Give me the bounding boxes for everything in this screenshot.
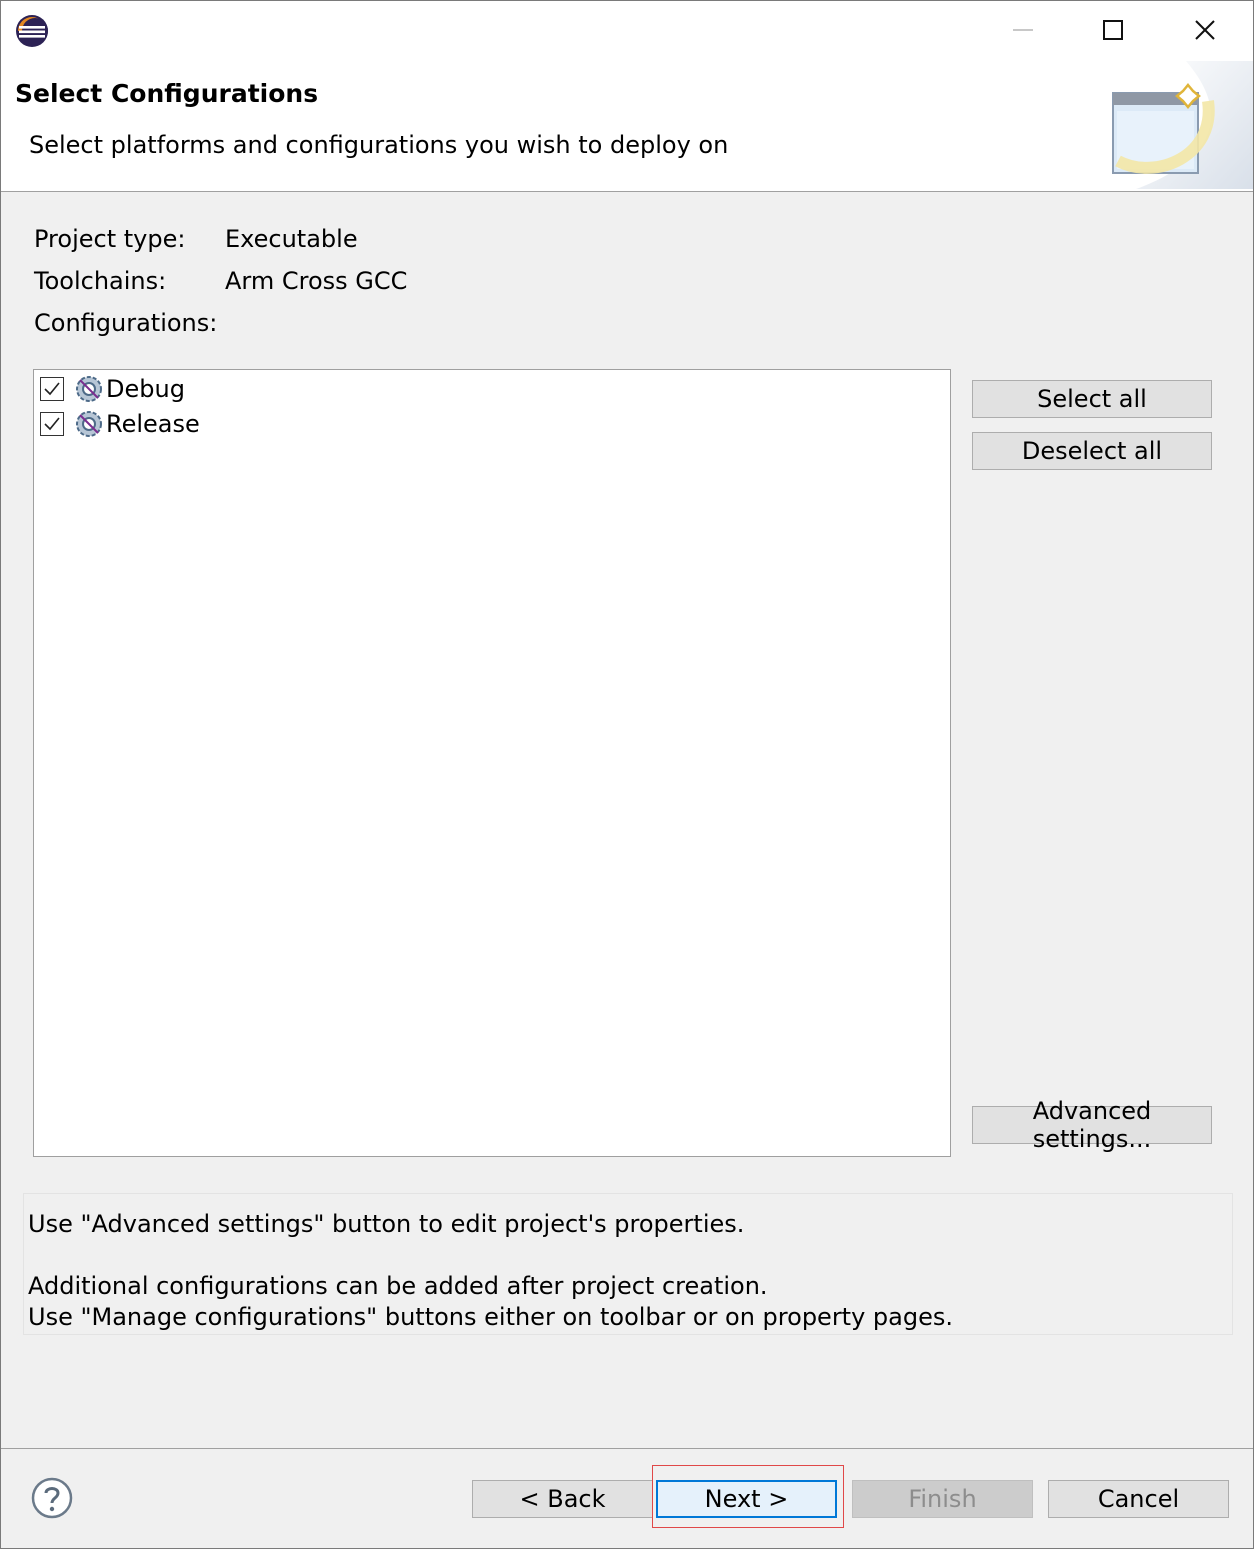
new-project-wizard-window: Select Configurations Select platforms a… <box>0 0 1254 1549</box>
release-checkbox[interactable] <box>40 412 64 436</box>
checkmark-icon <box>44 382 60 396</box>
help-text-area: Use "Advanced settings" button to edit p… <box>23 1193 1233 1335</box>
minimize-button[interactable] <box>977 1 1069 59</box>
wizard-banner-icon <box>1112 61 1253 189</box>
back-button[interactable]: < Back <box>472 1480 653 1518</box>
close-icon <box>1195 20 1215 40</box>
help-text-line: Use "Manage configurations" buttons eith… <box>28 1303 953 1331</box>
finish-button[interactable]: Finish <box>852 1480 1033 1518</box>
maximize-icon <box>1103 20 1123 40</box>
configurations-label: Configurations: <box>34 309 218 337</box>
title-bar <box>1 1 1253 61</box>
deselect-all-button[interactable]: Deselect all <box>972 432 1212 470</box>
help-text-line: Use "Advanced settings" button to edit p… <box>28 1210 745 1238</box>
debug-label: Debug <box>106 375 185 403</box>
cancel-button[interactable]: Cancel <box>1048 1480 1229 1518</box>
debug-checkbox[interactable] <box>40 377 64 401</box>
footer-divider <box>1 1448 1253 1449</box>
eclipse-app-icon <box>16 15 48 47</box>
select-all-button[interactable]: Select all <box>972 380 1212 418</box>
wizard-header: Select Configurations Select platforms a… <box>1 61 1253 192</box>
page-title: Select Configurations <box>15 79 319 108</box>
page-description: Select platforms and configurations you … <box>29 131 729 159</box>
configuration-gear-icon <box>76 411 102 437</box>
next-button[interactable]: Next > <box>656 1480 837 1518</box>
advanced-settings-button[interactable]: Advanced settings... <box>972 1097 1212 1153</box>
configurations-list[interactable]: Debug Release <box>33 369 951 1157</box>
list-item-debug[interactable]: Debug <box>40 373 185 405</box>
release-label: Release <box>106 410 200 438</box>
checkmark-icon <box>44 417 60 431</box>
toolchains-label: Toolchains: <box>34 267 167 295</box>
help-text-line: Additional configurations can be added a… <box>28 1272 768 1300</box>
toolchains-value: Arm Cross GCC <box>225 267 408 295</box>
project-type-label: Project type: <box>34 225 186 253</box>
maximize-button[interactable] <box>1067 1 1159 59</box>
list-item-release[interactable]: Release <box>40 408 200 440</box>
help-icon[interactable] <box>31 1477 73 1519</box>
close-button[interactable] <box>1159 1 1251 59</box>
configuration-gear-icon <box>76 376 102 402</box>
minimize-icon <box>1013 29 1033 31</box>
project-type-value: Executable <box>225 225 358 253</box>
